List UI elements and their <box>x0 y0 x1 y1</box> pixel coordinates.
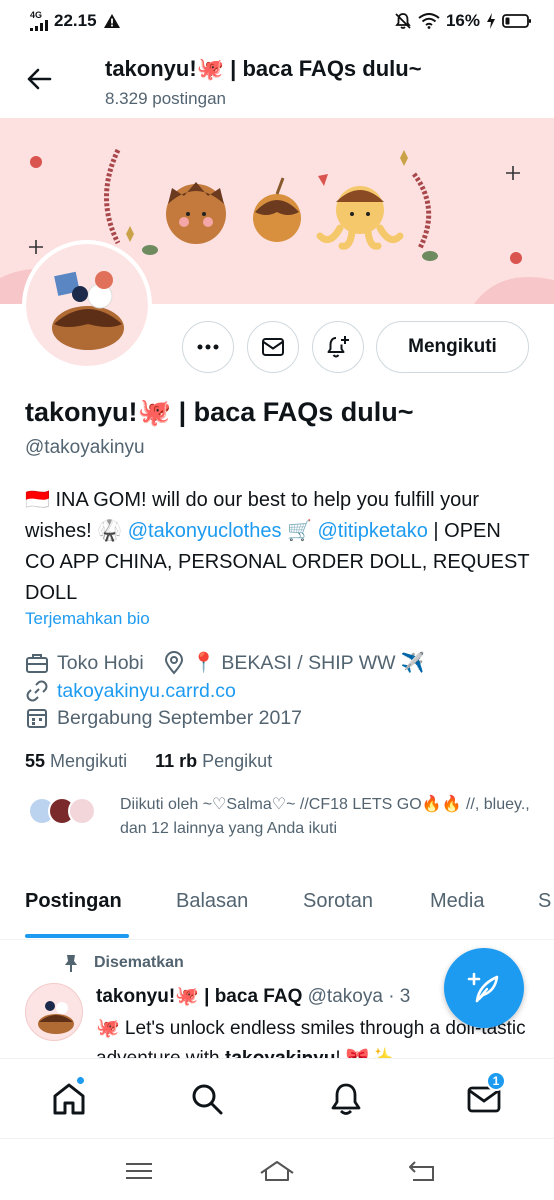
battery-icon <box>502 14 531 28</box>
tab-sorotan[interactable]: Sorotan <box>303 890 373 913</box>
following-label: Mengikuti <box>50 751 128 771</box>
home-outline-icon <box>260 1161 294 1181</box>
profile-joined: Bergabung September 2017 <box>57 706 303 729</box>
post-author-name[interactable]: takonyu!🐙 | baca FAQ <box>96 986 302 1007</box>
network-type: 4G <box>30 10 43 20</box>
charging-icon <box>487 13 495 29</box>
profile-website-row: takoyakinyu.carrd.co <box>25 679 236 703</box>
system-back-button[interactable] <box>402 1153 442 1189</box>
following-count: 55 <box>25 751 46 771</box>
profile-handle: @takoyakinyu <box>25 437 145 458</box>
profile-name: takonyu!🐙 | baca FAQs dulu~ <box>25 397 414 427</box>
profile-joined-row: Bergabung September 2017 <box>25 706 302 730</box>
arrow-left-icon <box>27 68 52 90</box>
bio-mention-titip[interactable]: @titipketako <box>317 520 427 542</box>
tab-media[interactable]: Media <box>430 890 484 913</box>
header-title: takonyu!🐙 | baca FAQs dulu~ <box>105 56 422 81</box>
mutual-avatar <box>68 797 96 825</box>
followers-label: Pengikut <box>202 751 273 771</box>
mute-icon <box>395 13 411 29</box>
nav-search[interactable] <box>187 1079 227 1119</box>
more-button[interactable] <box>182 321 234 373</box>
link-icon <box>26 680 48 702</box>
system-menu-button[interactable] <box>119 1153 159 1189</box>
system-navigation <box>0 1138 554 1200</box>
wifi-icon <box>418 13 440 29</box>
tab-postingan[interactable]: Postingan <box>25 890 122 913</box>
bio-mention-clothes[interactable]: @takonyuclothes <box>128 520 282 542</box>
home-unread-dot <box>76 1076 85 1085</box>
more-icon <box>197 344 219 350</box>
mail-icon <box>262 338 284 356</box>
profile-tabs: Postingan Balasan Sorotan Media S <box>0 880 554 940</box>
post-author-avatar[interactable] <box>25 983 83 1041</box>
following-stat[interactable]: 55 Mengikuti <box>25 751 127 772</box>
followers-count: 11 rb <box>155 751 198 771</box>
battery-percent: 16% <box>445 11 480 30</box>
post-time: · 3 <box>382 986 411 1007</box>
profile-avatar[interactable] <box>22 240 152 370</box>
tab-suka[interactable]: S <box>538 890 551 913</box>
profile-header: takonyu!🐙 | baca FAQs dulu~ 8.329 postin… <box>0 42 554 118</box>
active-tab-indicator <box>25 934 129 938</box>
bio-text-mid: 🛒 <box>281 520 318 542</box>
briefcase-icon <box>26 654 48 673</box>
profile-location: 📍 BEKASI / SHIP WW ✈️ <box>191 652 426 674</box>
notify-button[interactable] <box>312 321 364 373</box>
post-avatar-artwork <box>38 1001 74 1034</box>
pinned-label: Disematkan <box>62 953 184 973</box>
post-author-handle[interactable]: @takoya <box>308 986 383 1007</box>
followed-by[interactable]: Diikuti oleh ~♡Salma♡~ //CF18 LETS GO🔥🔥 … <box>28 793 540 841</box>
followed-by-text: Diikuti oleh ~♡Salma♡~ //CF18 LETS GO🔥🔥 … <box>120 796 530 837</box>
signal-icon <box>30 20 48 31</box>
profile-bio: 🇮🇩 INA GOM! will do our best to help you… <box>25 485 535 609</box>
translate-bio-link[interactable]: Terjemahkan bio <box>25 609 150 629</box>
post-count: 8.329 postingan <box>105 89 226 108</box>
profile-meta-row: Toko Hobi 📍 BEKASI / SHIP WW ✈️ <box>25 651 425 675</box>
compose-feather-icon <box>467 972 499 1003</box>
calendar-icon <box>27 709 47 728</box>
bottom-navigation: 1 <box>0 1058 554 1138</box>
nav-home[interactable] <box>49 1076 89 1119</box>
system-home-button[interactable] <box>257 1153 297 1189</box>
location-icon <box>164 651 183 675</box>
nav-notifications[interactable] <box>326 1079 366 1119</box>
home-icon <box>53 1083 85 1115</box>
pinned-text: Disematkan <box>94 954 184 971</box>
back-button[interactable] <box>22 62 56 96</box>
back-icon <box>409 1161 434 1181</box>
compose-post-button[interactable] <box>444 948 524 1028</box>
bell-plus-icon <box>327 336 349 358</box>
alert-icon <box>103 14 120 28</box>
avatar-artwork <box>52 271 124 350</box>
network-indicator: 4G <box>30 11 48 31</box>
message-button[interactable] <box>247 321 299 373</box>
messages-badge: 1 <box>486 1071 506 1091</box>
notifications-icon <box>331 1083 361 1115</box>
status-time: 22.15 <box>54 11 97 30</box>
mutual-avatars <box>28 797 96 827</box>
search-icon <box>192 1084 223 1115</box>
tab-balasan[interactable]: Balasan <box>176 890 248 913</box>
followers-stat[interactable]: 11 rb Pengikut <box>155 751 272 772</box>
follow-stats: 55 Mengikuti 11 rb Pengikut <box>25 751 272 772</box>
pin-icon <box>65 955 77 972</box>
profile-website[interactable]: takoyakinyu.carrd.co <box>57 680 236 703</box>
nav-messages[interactable]: 1 <box>464 1071 506 1119</box>
menu-icon <box>126 1163 152 1179</box>
profile-category: Toko Hobi <box>57 651 144 674</box>
following-button[interactable]: Mengikuti <box>376 321 529 373</box>
status-bar: 4G 22.15 16% <box>0 0 554 42</box>
